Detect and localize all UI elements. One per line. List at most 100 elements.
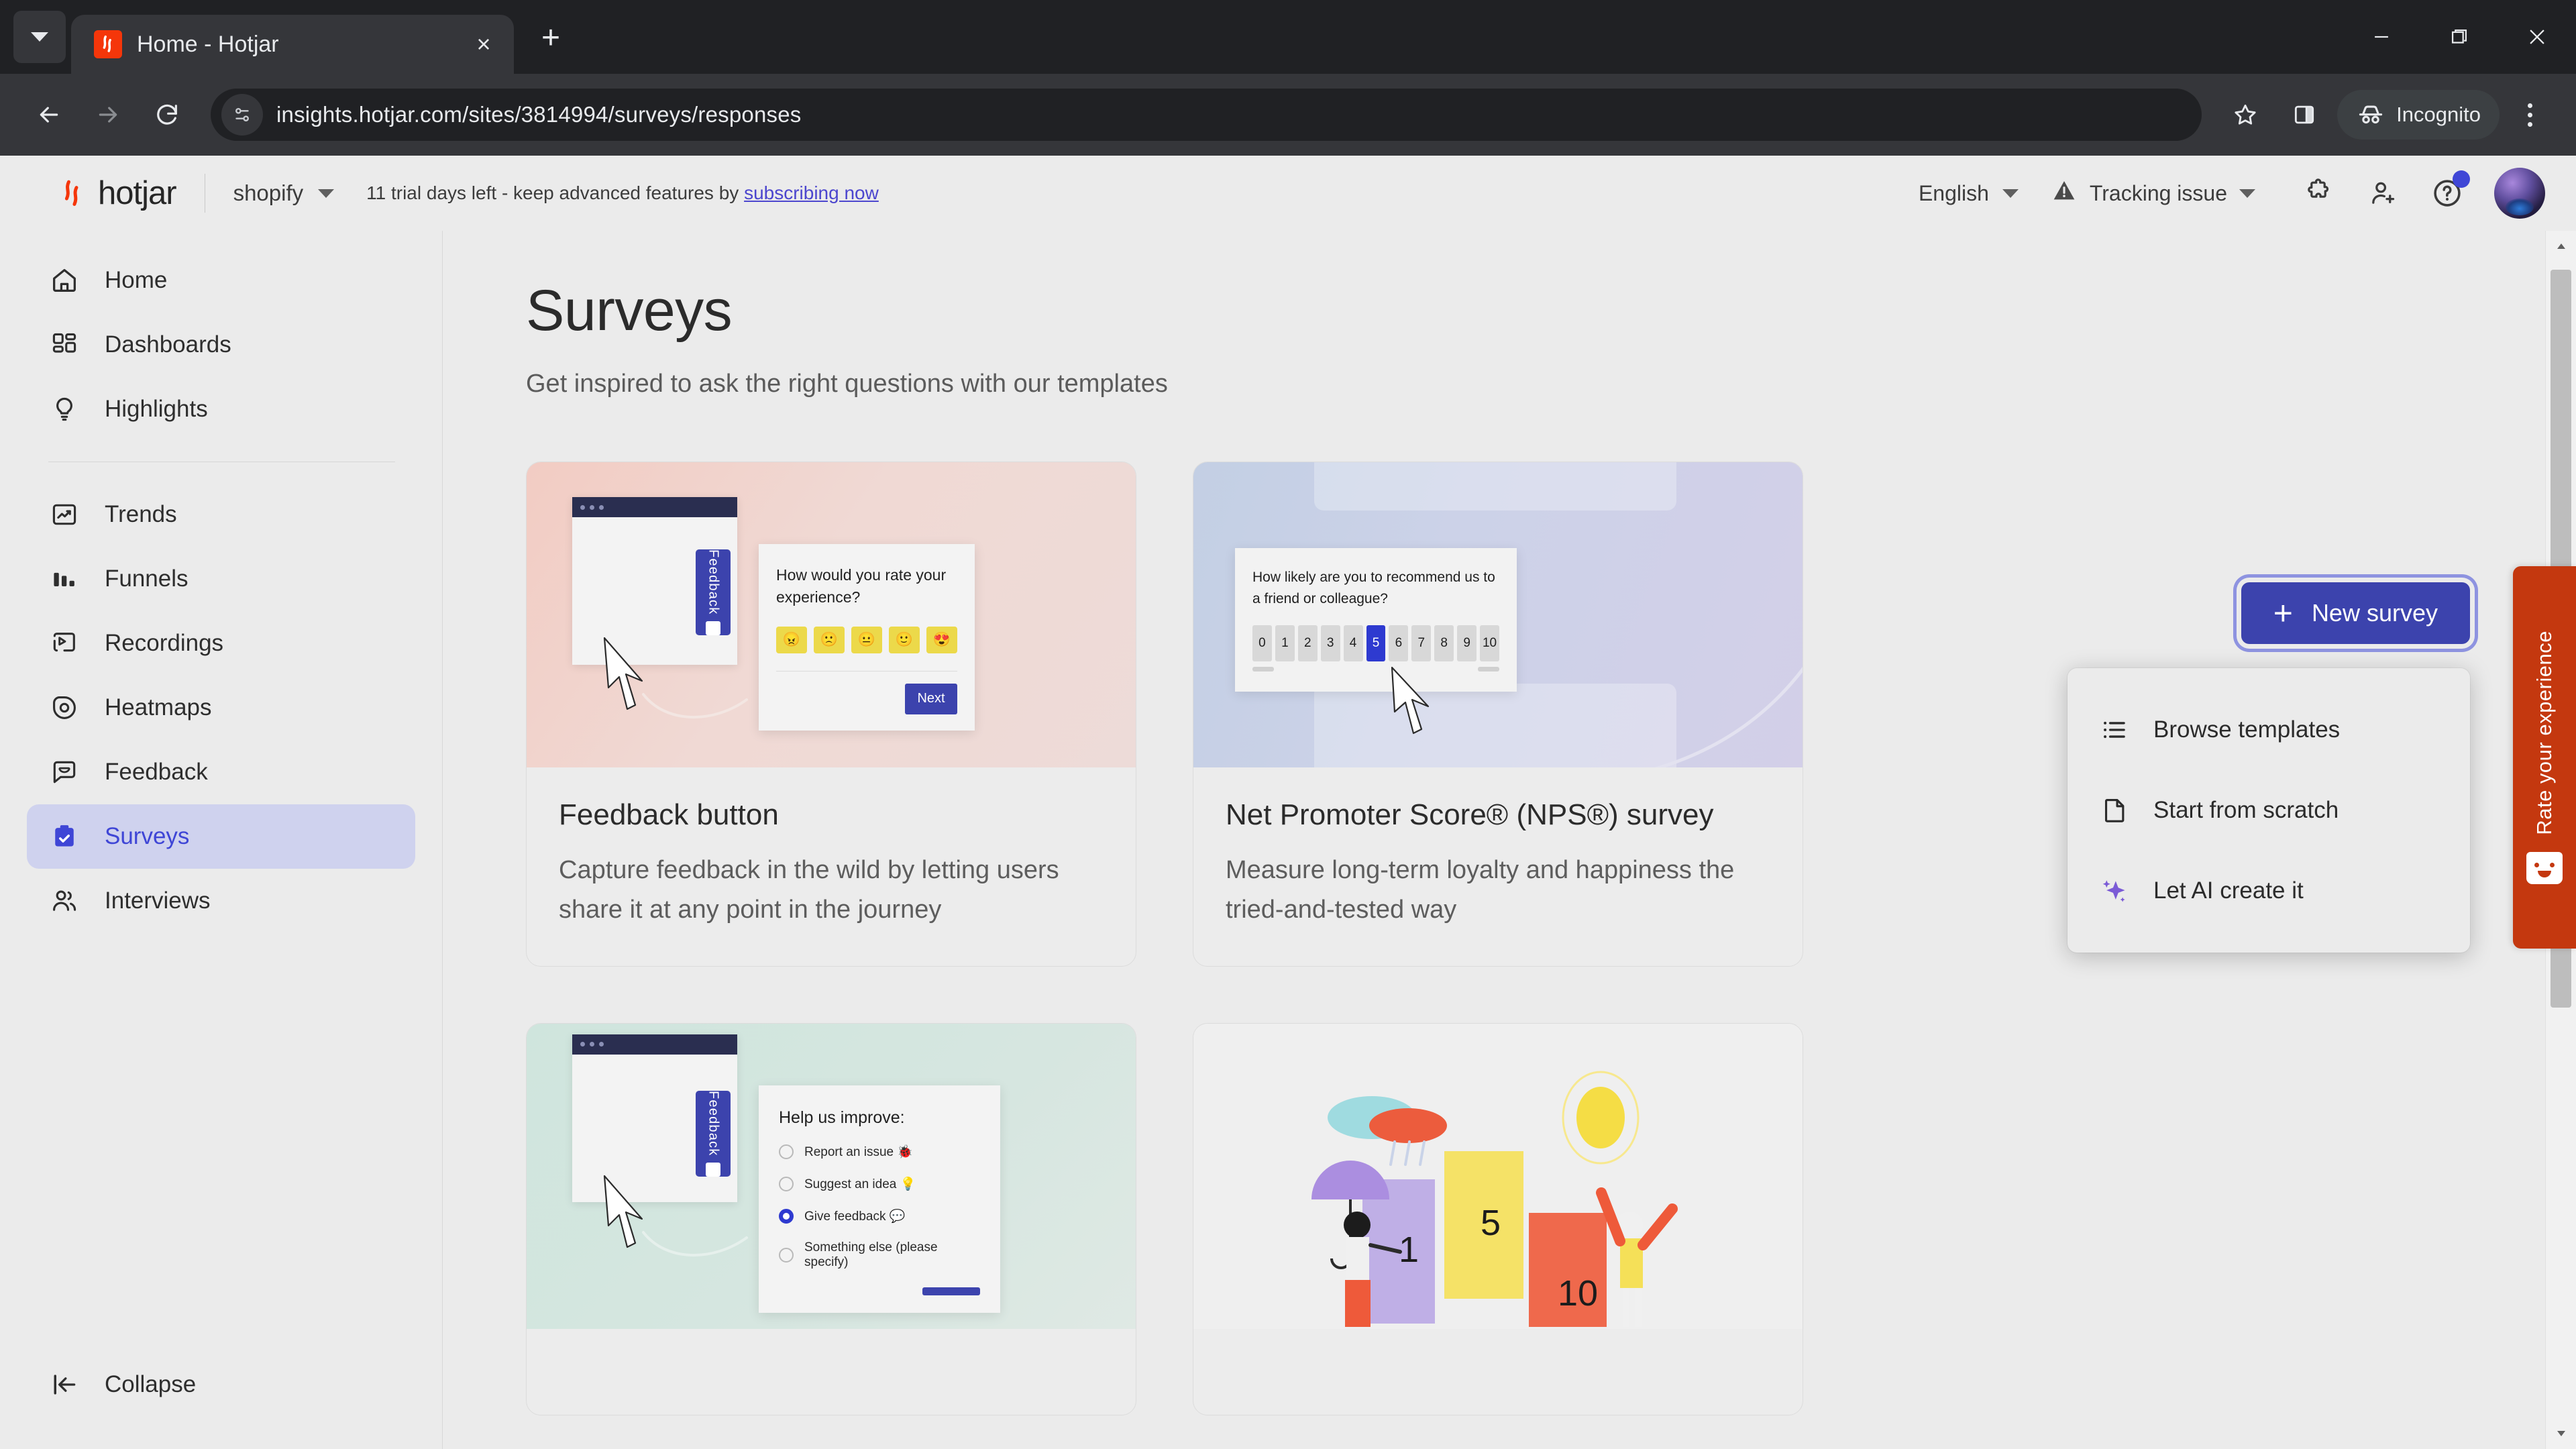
sidebar-item-dashboards[interactable]: Dashboards [27,313,415,377]
profile-incognito-button[interactable]: Incognito [2337,90,2500,140]
window-controls [2343,0,2576,74]
close-icon[interactable]: × [466,26,502,62]
app-body: Home Dashboards Highlights Trends Funnel… [0,231,2576,1449]
browser-window: Home - Hotjar × + insights.hotjar.com/si… [0,0,2576,1449]
sidebar-item-label: Surveys [105,823,190,849]
bookmark-star-icon[interactable] [2219,89,2271,141]
template-card[interactable]: How likely are you to recommend us to a … [1193,462,1803,967]
emoji-rating-scale: 😠 🙁 😐 🙂 😍 [776,626,957,653]
new-survey-button[interactable]: + New survey [2241,582,2470,644]
radio-label: Something else (please specify) [804,1240,938,1269]
popup-question: Help us improve: [779,1108,905,1127]
scroll-down-arrow[interactable] [2546,1418,2576,1449]
feedback-tab-icon [706,1163,720,1177]
sidebar-item-interviews[interactable]: Interviews [27,869,415,933]
nps-option-selected: 5 [1366,625,1386,661]
template-card[interactable]: Feedback Help us improve: Report an issu… [526,1022,1136,1415]
radio-icon [779,1144,794,1159]
feedback-tab-icon [706,621,720,635]
close-window-icon[interactable] [2498,0,2576,74]
site-settings-icon[interactable] [221,94,263,136]
sidebar-item-home[interactable]: Home [27,248,415,313]
language-selector[interactable]: English [1919,181,2019,206]
nps-scale: 0 1 2 3 4 5 6 7 8 9 10 [1252,625,1499,661]
browser-tab[interactable]: Home - Hotjar × [71,15,514,74]
emoji-option: 😐 [851,626,882,653]
nps-option: 4 [1343,625,1363,661]
mini-window-titlebar [572,497,737,517]
tab-search-button[interactable] [13,11,66,63]
menu-item-let-ai-create-it[interactable]: Let AI create it [2068,851,2470,931]
forward-icon[interactable] [82,89,134,141]
sidebar-item-label: Interviews [105,888,211,914]
radio-icon [779,1247,794,1263]
profile-label: Incognito [2396,103,2481,126]
template-card[interactable]: Feedback How would you rate your experie… [526,462,1136,967]
warning-triangle-icon [2051,177,2078,209]
sidebar-item-recordings[interactable]: Recordings [27,611,415,676]
rate-tab-label: Rate your experience [2532,630,2556,835]
subscribing-now-link[interactable]: subscribing now [744,182,879,203]
emoji-option: 🙂 [889,626,920,653]
radio-icon-selected [779,1208,794,1224]
avatar[interactable] [2494,168,2545,219]
reload-icon[interactable] [141,89,193,141]
scroll-up-arrow[interactable] [2546,231,2576,262]
card-description: Measure long-term loyalty and happiness … [1226,856,1735,924]
chevron-down-icon [318,189,335,198]
nps-option: 9 [1457,625,1477,661]
nps-option: 10 [1480,625,1499,661]
menu-item-label: Browse templates [2153,716,2341,743]
nps-option: 7 [1411,625,1432,661]
smiley-face-icon [2526,852,2563,885]
nps-option: 1 [1275,625,1295,661]
list-icon [2098,714,2131,746]
heatmaps-icon [48,692,80,724]
card-artwork-nps: How likely are you to recommend us to a … [1193,462,1803,767]
surveys-clipboard-icon [48,820,80,853]
sidebar-item-funnels[interactable]: Funnels [27,547,415,611]
template-card[interactable]: 1 5 10 [1193,1022,1803,1415]
address-bar[interactable]: insights.hotjar.com/sites/3814994/survey… [211,89,2202,141]
menu-item-label: Start from scratch [2153,797,2339,823]
maximize-icon[interactable] [2420,0,2498,74]
sidebar-item-trends[interactable]: Trends [27,482,415,547]
help-icon[interactable] [2415,161,2479,225]
site-selector[interactable]: shopify [233,180,335,206]
back-icon[interactable] [23,89,75,141]
puzzle-icon[interactable] [2286,161,2351,225]
card-title: Net Promoter Score® (NPS®) survey [1226,798,1714,831]
card-artwork-illustration: 1 5 10 [1193,1023,1803,1329]
trial-banner: 11 trial days left - keep advanced featu… [366,182,879,204]
radio-icon [779,1176,794,1191]
minimize-icon[interactable] [2343,0,2420,74]
menu-item-browse-templates[interactable]: Browse templates [2068,690,2470,770]
feedback-tab-graphic: Feedback [696,549,731,635]
tracking-status-label: Tracking issue [2089,180,2227,205]
sidebar-item-heatmaps[interactable]: Heatmaps [27,676,415,740]
sidebar-item-feedback[interactable]: Feedback [27,740,415,804]
sidebar-item-label: Home [105,267,168,293]
sidebar-item-label: Funnels [105,566,189,592]
sidebar-collapse-button[interactable]: Collapse [27,1352,415,1417]
sidebar-collapse-label: Collapse [105,1371,197,1397]
feedback-tab-graphic: Feedback [696,1090,731,1177]
side-panel-icon[interactable] [2278,89,2330,141]
add-user-icon[interactable] [2351,161,2415,225]
kebab-menu-icon[interactable] [2506,89,2553,141]
sidebar-item-label: Dashboards [105,331,231,358]
dashboards-icon [48,329,80,361]
sidebar-item-surveys[interactable]: Surveys [27,804,415,869]
new-survey-label: New survey [2311,599,2438,627]
new-tab-button[interactable]: + [527,15,574,62]
feedback-tab-label: Feedback [706,1090,721,1157]
sidebar-item-highlights[interactable]: Highlights [27,377,415,441]
radio-label: Report an issue 🐞 [804,1144,914,1159]
lightbulb-icon [48,393,80,425]
pointer-squiggle [1391,666,1430,735]
hotjar-logo[interactable]: hotjar [58,174,177,212]
rate-your-experience-tab[interactable]: Rate your experience [2513,566,2576,949]
tracking-status-selector[interactable]: Tracking issue [2051,177,2255,209]
svg-text:1: 1 [1399,1230,1419,1270]
menu-item-start-from-scratch[interactable]: Start from scratch [2068,770,2470,851]
